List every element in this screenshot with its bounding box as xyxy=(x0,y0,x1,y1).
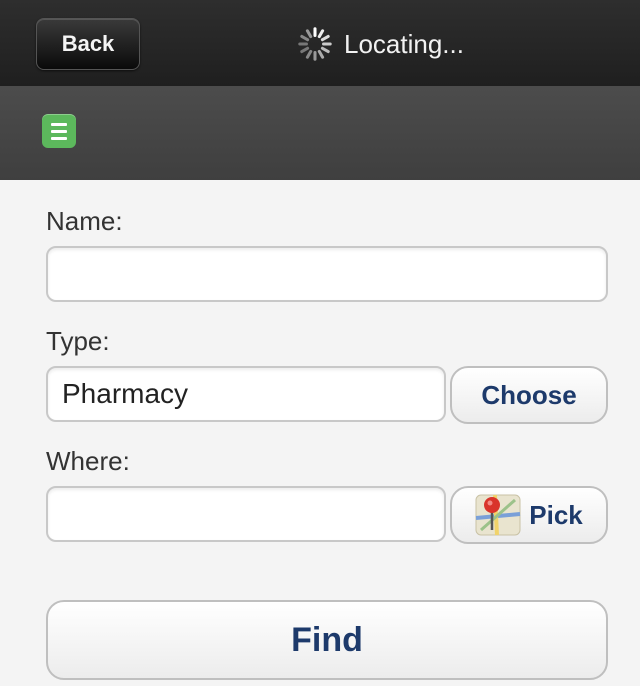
loading-spinner-icon xyxy=(298,27,332,61)
pick-button[interactable]: Pick xyxy=(450,486,608,544)
name-label: Name: xyxy=(46,206,123,236)
name-input[interactable] xyxy=(46,246,608,302)
type-input[interactable]: Pharmacy xyxy=(46,366,446,422)
choose-button[interactable]: Choose xyxy=(450,366,608,424)
map-pin-icon xyxy=(475,494,521,536)
back-button[interactable]: Back xyxy=(36,18,140,70)
type-label: Type: xyxy=(46,326,110,356)
where-label: Where: xyxy=(46,446,130,476)
sub-toolbar xyxy=(0,86,640,180)
status-text: Locating... xyxy=(344,28,464,59)
where-input[interactable] xyxy=(46,486,446,542)
pick-label: Pick xyxy=(529,499,583,530)
locating-status: Locating... xyxy=(296,24,464,64)
find-button[interactable]: Find xyxy=(46,600,608,680)
menu-icon[interactable] xyxy=(42,114,76,148)
